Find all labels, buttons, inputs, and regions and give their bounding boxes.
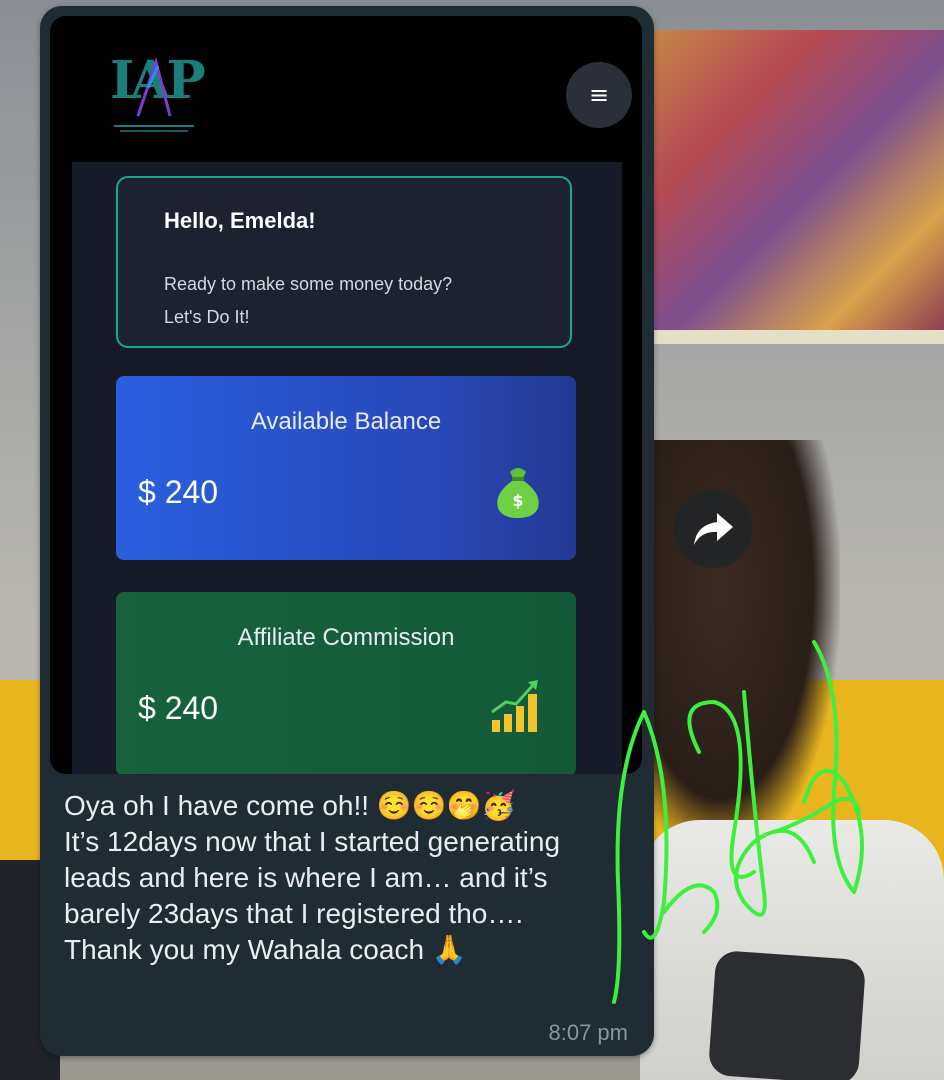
greeting-card: Hello, Emelda! Ready to make some money …	[116, 176, 572, 348]
card-title: Affiliate Commission	[237, 624, 455, 651]
forward-button[interactable]	[674, 490, 752, 568]
shared-screenshot[interactable]: IAP ≡ Hello, Emelda! Ready to make some …	[50, 16, 642, 774]
message-line: Thank you my Wahala coach 🙏	[64, 934, 467, 965]
available-balance-card[interactable]: Available Balance $ 240 $	[116, 376, 576, 560]
message-line: barely 23days that I registered tho….	[64, 898, 524, 929]
hamburger-icon: ≡	[588, 81, 610, 109]
wall-painting	[640, 30, 944, 344]
greeting-subtitle: Ready to make some money today? Let's Do…	[164, 274, 453, 327]
message-line: Oya oh I have come oh!! ☺️☺️🤭🥳	[64, 790, 517, 821]
chat-message-bubble[interactable]: IAP ≡ Hello, Emelda! Ready to make some …	[40, 6, 654, 1056]
message-line: It’s 12days now that I started generatin…	[64, 826, 561, 857]
balance-value: $ 240	[138, 474, 219, 510]
affiliate-commission-card[interactable]: Affiliate Commission $ 240	[116, 592, 576, 774]
card-title: Available Balance	[250, 408, 442, 435]
commission-value: $ 240	[138, 690, 219, 726]
app-header: IAP ≡	[50, 16, 642, 160]
message-text: Oya oh I have come oh!! ☺️☺️🤭🥳 It’s 12da…	[64, 788, 634, 968]
menu-button[interactable]: ≡	[566, 62, 632, 128]
growth-chart-icon	[491, 680, 538, 732]
greeting-title: Hello, Emelda!	[164, 208, 316, 233]
money-bag-icon: $	[497, 468, 539, 518]
handwritten-signature	[612, 640, 864, 1004]
message-timestamp: 8:07 pm	[548, 1020, 629, 1045]
svg-text:$: $	[512, 491, 523, 510]
forward-arrow-icon	[694, 513, 733, 545]
app-logo: IAP	[104, 50, 214, 140]
message-line: leads and here is where I am… and it’s	[64, 862, 548, 893]
